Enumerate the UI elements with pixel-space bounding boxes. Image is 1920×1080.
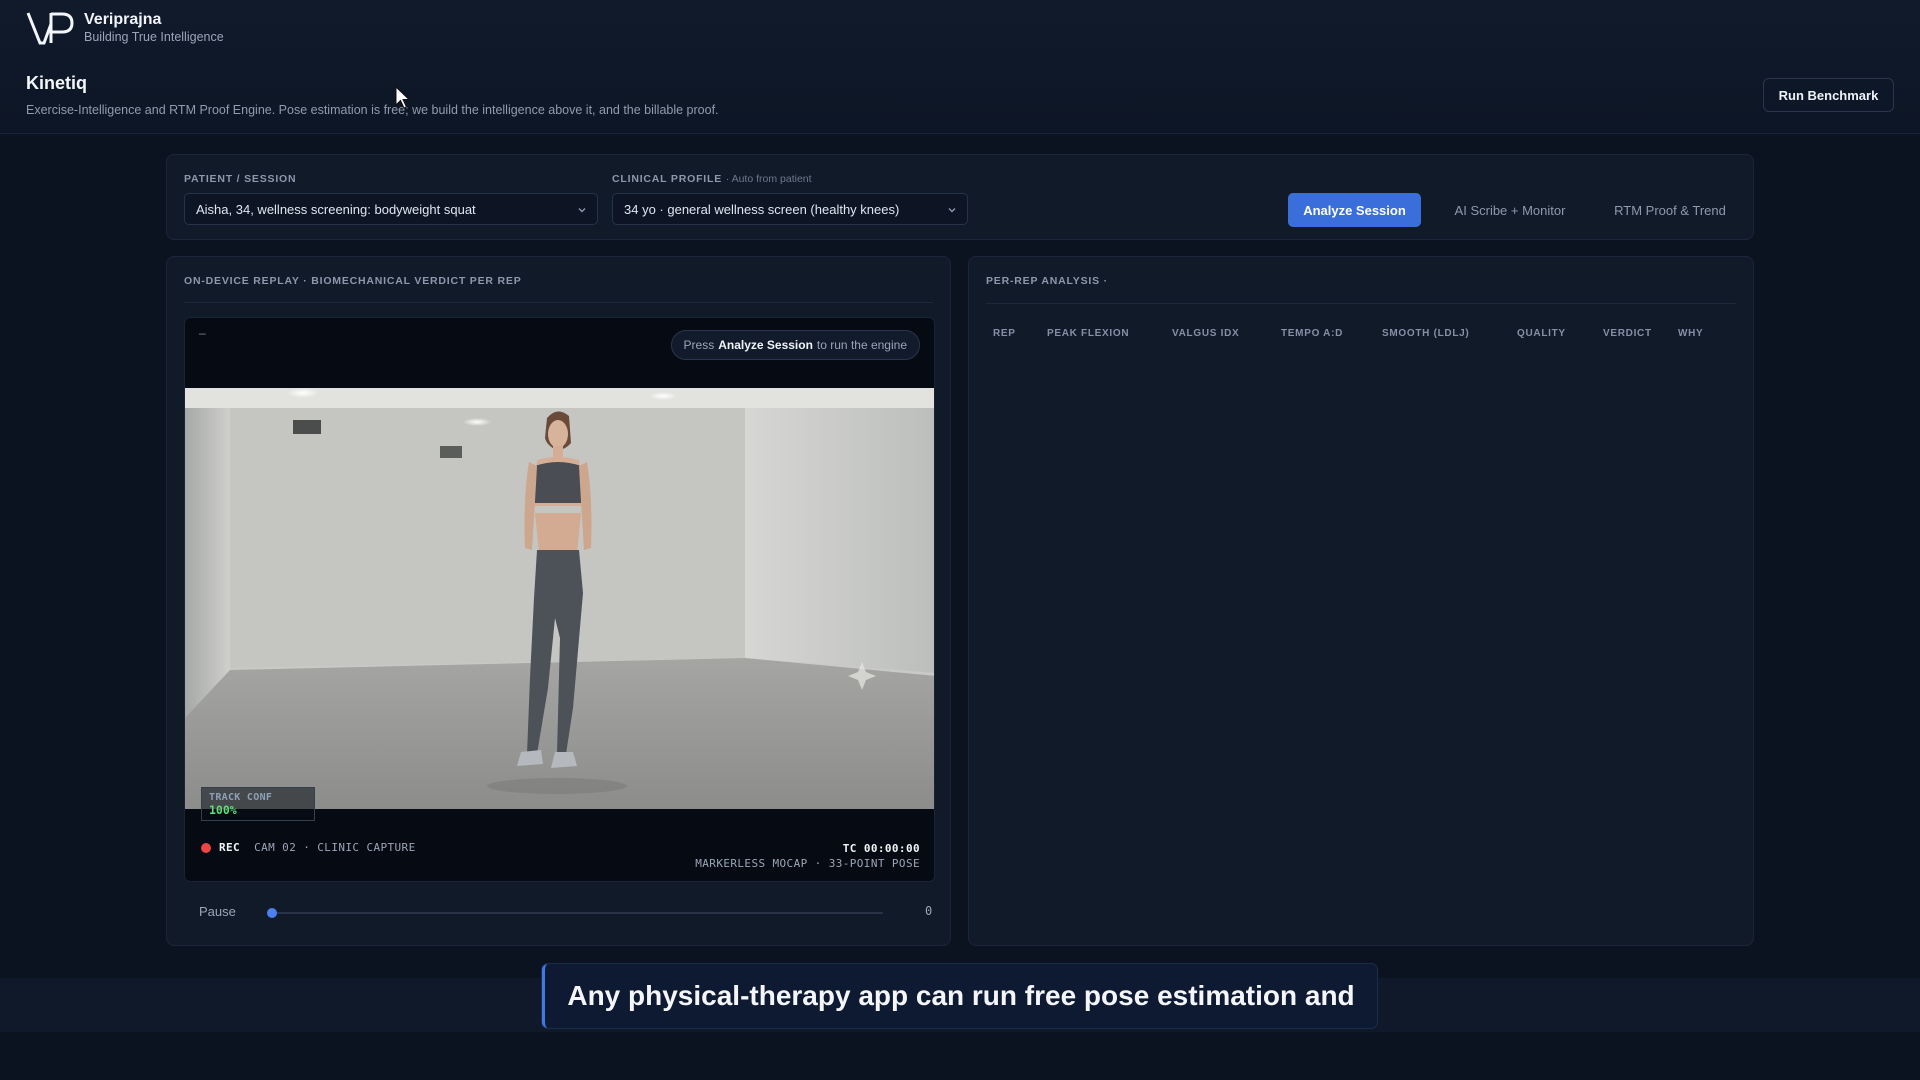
brand-text: Veriprajna Building True Intelligence — [84, 11, 224, 45]
track-confidence-label: TRACK CONF — [209, 792, 273, 803]
column-header-peak-flexion: PEAK FLEXION — [1047, 328, 1130, 339]
session-controls: PATIENT / SESSION Aisha, 34, wellness sc… — [166, 154, 1754, 240]
camera-label: CAM 02 · CLINIC CAPTURE — [254, 841, 416, 854]
top-header: Veriprajna Building True Intelligence Ki… — [0, 0, 1920, 134]
record-dot-icon — [201, 842, 211, 853]
exercise-video-frame — [185, 388, 934, 809]
replay-panel: ON-DEVICE REPLAY · BIOMECHANICAL VERDICT… — [166, 256, 951, 946]
column-header-quality: QUALITY — [1517, 328, 1566, 339]
track-confidence-badge: TRACK CONF 100% — [201, 787, 315, 821]
clinical-profile-subtext: · Auto from patient — [725, 173, 812, 185]
hint-bold: Analyze Session — [718, 338, 813, 352]
video-caption: Any physical-therapy app can run free po… — [542, 964, 1377, 1028]
track-confidence-value: 100% — [209, 803, 237, 817]
video-status-text: – — [199, 326, 206, 340]
rec-label: REC — [219, 841, 241, 854]
mouse-cursor-icon — [395, 86, 411, 109]
mocap-label: MARKERLESS MOCAP · 33-POINT POSE — [695, 857, 920, 870]
page-description: Exercise-Intelligence and RTM Proof Engi… — [26, 103, 719, 117]
divider — [986, 303, 1736, 304]
playback-slider[interactable] — [271, 912, 883, 914]
playback-frame-value: 0 — [925, 904, 933, 918]
playback-slider-thumb[interactable] — [267, 908, 277, 918]
chevron-down-icon — [578, 208, 586, 213]
patient-session-label: PATIENT / SESSION — [184, 173, 297, 185]
column-header-smoothness: SMOOTH (LDLJ) — [1382, 328, 1470, 339]
clinical-profile-label-text: CLINICAL PROFILE — [612, 173, 723, 185]
run-benchmark-button[interactable]: Run Benchmark — [1763, 78, 1894, 112]
patient-session-select[interactable]: Aisha, 34, wellness screening: bodyweigh… — [184, 193, 598, 225]
tab-rtm-proof-trend[interactable]: RTM Proof & Trend — [1595, 193, 1745, 227]
timecode: TC 00:00:00 — [842, 842, 920, 855]
patient-session-value: Aisha, 34, wellness screening: bodyweigh… — [196, 201, 476, 217]
hint-suffix: to run the engine — [816, 338, 907, 352]
column-header-verdict: VERDICT — [1603, 328, 1652, 339]
pause-button[interactable]: Pause — [199, 904, 236, 919]
video-player[interactable]: – Press Analyze Session to run the engin… — [184, 317, 935, 882]
brand-name: Veriprajna — [84, 11, 162, 28]
page-title: Kinetiq — [26, 73, 87, 93]
analysis-panel-title: PER-REP ANALYSIS · — [986, 275, 1108, 287]
per-rep-analysis-panel: PER-REP ANALYSIS · REP PEAK FLEXION VALG… — [968, 256, 1754, 946]
clinical-profile-select[interactable]: 34 yo · general wellness screen (healthy… — [612, 193, 968, 225]
divider — [184, 302, 933, 303]
veriprajna-logo-icon — [26, 12, 74, 45]
analyze-hint-pill: Press Analyze Session to run the engine — [670, 330, 920, 360]
brand-tagline: Building True Intelligence — [84, 30, 224, 44]
column-header-valgus-idx: VALGUS IDX — [1172, 328, 1240, 339]
clinical-profile-value: 34 yo · general wellness screen (healthy… — [624, 201, 900, 217]
column-header-why: WHY — [1678, 328, 1704, 339]
column-header-rep: REP — [993, 328, 1016, 339]
hint-prefix: Press — [683, 338, 715, 352]
capture-info: TC 00:00:00 MARKERLESS MOCAP · 33-POINT … — [695, 841, 920, 871]
brand[interactable]: Veriprajna Building True Intelligence — [26, 10, 224, 46]
tab-analyze-session[interactable]: Analyze Session — [1288, 193, 1421, 227]
chevron-down-icon — [948, 208, 956, 213]
tab-ai-scribe-monitor[interactable]: AI Scribe + Monitor — [1435, 193, 1585, 227]
replay-panel-title: ON-DEVICE REPLAY · BIOMECHANICAL VERDICT… — [184, 275, 522, 287]
clinical-profile-label: CLINICAL PROFILE · Auto from patient — [612, 173, 812, 185]
column-header-tempo: TEMPO A:D — [1281, 328, 1344, 339]
recording-status: REC CAM 02 · CLINIC CAPTURE — [201, 841, 416, 854]
